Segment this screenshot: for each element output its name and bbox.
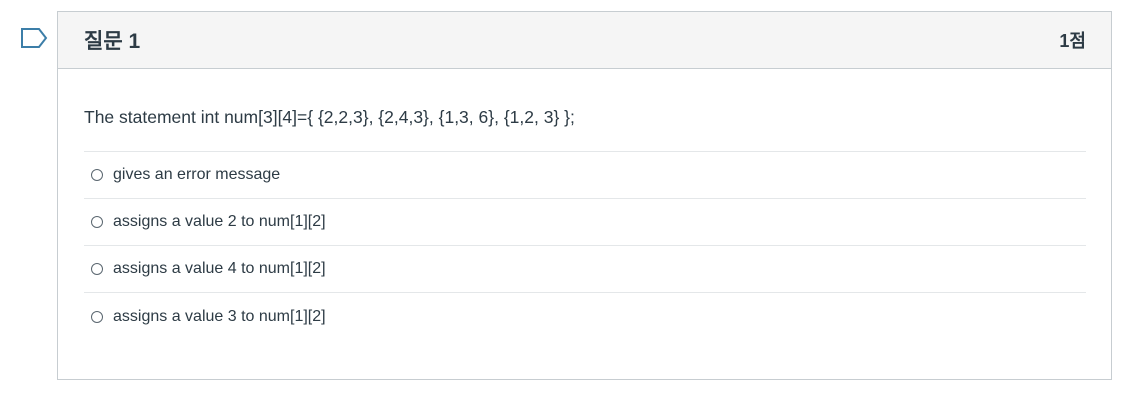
radio-unchecked-icon[interactable] xyxy=(91,310,103,323)
flag-question-icon[interactable] xyxy=(20,27,48,49)
answer-option[interactable]: assigns a value 4 to num[1][2] xyxy=(84,246,1086,293)
radio-unchecked-icon[interactable] xyxy=(91,216,103,228)
answer-label: gives an error message xyxy=(113,166,281,183)
question-header: 질문 1 1점 xyxy=(58,12,1111,69)
radio-unchecked-icon[interactable] xyxy=(91,263,103,275)
answer-option[interactable]: assigns a value 3 to num[1][2] xyxy=(84,293,1086,340)
answer-label: assigns a value 3 to num[1][2] xyxy=(113,307,326,325)
answer-list: gives an error message assigns a value 2… xyxy=(84,151,1086,340)
answer-option[interactable]: gives an error message xyxy=(84,152,1086,199)
radio-unchecked-icon[interactable] xyxy=(91,169,103,181)
answer-option[interactable]: assigns a value 2 to num[1][2] xyxy=(84,199,1086,246)
question-text: The statement int num[3][4]={ {2,2,3}, {… xyxy=(84,107,575,127)
answer-label: assigns a value 2 to num[1][2] xyxy=(113,213,326,230)
answer-label: assigns a value 4 to num[1][2] xyxy=(113,260,326,277)
question-card: 질문 1 1점 The statement int num[3][4]={ {2… xyxy=(57,11,1112,380)
question-title: 질문 1 xyxy=(84,30,141,53)
quiz-page: 질문 1 1점 The statement int num[3][4]={ {2… xyxy=(0,0,1147,402)
question-body: The statement int num[3][4]={ {2,2,3}, {… xyxy=(58,69,1111,340)
question-points: 1점 xyxy=(1059,31,1086,51)
